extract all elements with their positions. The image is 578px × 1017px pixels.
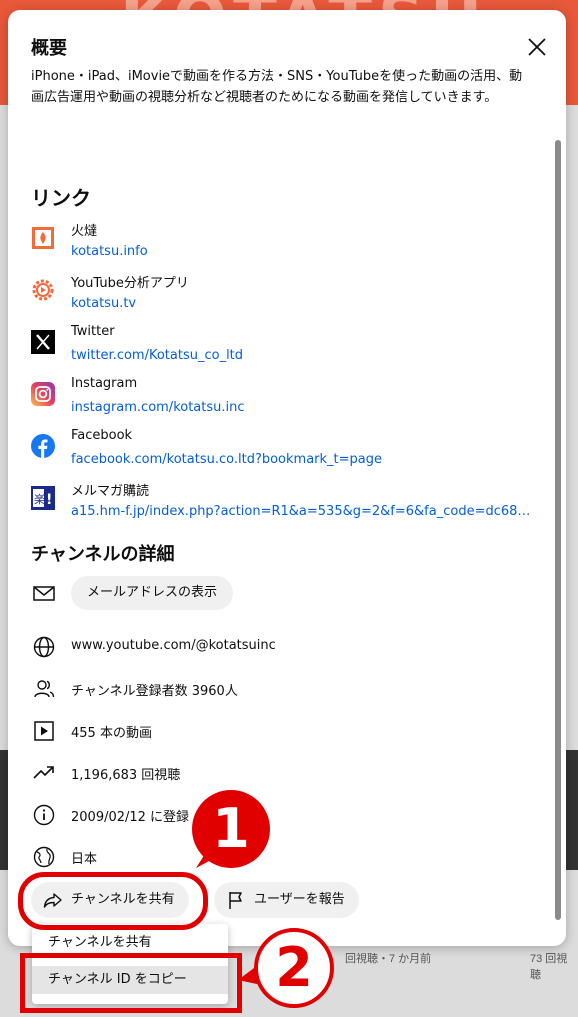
detail-country: 日本 xyxy=(31,840,541,874)
detail-subscribers: チャンネル登録者数 3960人 xyxy=(31,672,541,706)
close-button[interactable] xyxy=(524,34,550,60)
video-icon xyxy=(34,721,54,741)
x-twitter-icon xyxy=(31,330,55,354)
gear-icon xyxy=(32,279,54,301)
dialog-title: 概要 xyxy=(31,38,67,59)
instagram-icon xyxy=(31,382,55,406)
channel-url[interactable]: www.youtube.com/@kotatsuinc xyxy=(71,638,276,653)
view-count: 1,196,683 回視聴 xyxy=(71,768,181,783)
subscriber-count: チャンネル登録者数 3960人 xyxy=(71,684,238,699)
highlight-copy-id-item xyxy=(20,953,242,1013)
mail-icon xyxy=(33,586,55,601)
step-badge-2: 2 xyxy=(254,928,334,1008)
menu-item-label: チャンネルを共有 xyxy=(48,935,152,950)
background-video-meta: 73 回視聴 xyxy=(530,953,568,981)
link-name: Facebook xyxy=(71,428,133,443)
link-name: YouTube分析アプリ xyxy=(71,276,189,291)
detail-channel-url: www.youtube.com/@kotatsuinc xyxy=(31,630,541,664)
detail-joined: 2009/02/12 に登録 xyxy=(31,798,541,832)
report-user-button[interactable]: ユーザーを報告 xyxy=(214,882,359,918)
flag-icon xyxy=(229,892,242,909)
step-badge-1: 1 xyxy=(192,790,270,868)
link-url[interactable]: kotatsu.tv xyxy=(71,296,531,311)
highlight-share-button xyxy=(18,872,208,930)
about-dialog: 概要 iPhone・iPad、iMovieで動画を作る方法・SNS・YouTub… xyxy=(8,10,566,946)
channel-description: iPhone・iPad、iMovieで動画を作る方法・SNS・YouTubeを使… xyxy=(31,69,523,105)
link-name: Instagram xyxy=(71,376,138,391)
video-count: 455 本の動画 xyxy=(71,726,152,741)
link-item-instagram[interactable]: Instagram instagram.com/kotatsu.inc xyxy=(31,376,541,424)
detail-email: メールアドレスの表示 xyxy=(31,576,541,610)
link-name: 火燵 xyxy=(71,224,98,239)
detail-views: 1,196,683 回視聴 xyxy=(31,756,541,790)
close-icon xyxy=(528,38,546,56)
show-email-button[interactable]: メールアドレスの表示 xyxy=(71,576,234,610)
country: 日本 xyxy=(71,852,98,867)
dialog-scroll-area[interactable]: iPhone・iPad、iMovieで動画を作る方法・SNS・YouTubeを使… xyxy=(8,68,566,946)
people-icon xyxy=(34,680,55,698)
link-name: Twitter xyxy=(71,324,115,339)
svg-text:楽: 楽 xyxy=(34,493,45,506)
link-name: メルマガ購読 xyxy=(71,484,150,499)
kotatsu-icon xyxy=(32,227,54,249)
link-url[interactable]: twitter.com/Kotatsu_co_ltd xyxy=(71,348,531,363)
links-heading: リンク xyxy=(31,186,91,210)
link-url[interactable]: kotatsu.info xyxy=(71,244,531,259)
link-item-twitter[interactable]: Twitter twitter.com/Kotatsu_co_ltd xyxy=(31,324,541,372)
background-video-meta: 回視聴・7 か月前 xyxy=(345,953,432,965)
background-thumbnail xyxy=(565,750,578,870)
rakuten-icon: 楽 ! xyxy=(31,486,55,510)
link-url[interactable]: a15.hm-f.jp/index.php?action=R1&a=535&g=… xyxy=(71,504,531,519)
scrollbar[interactable] xyxy=(555,140,561,920)
facebook-icon xyxy=(31,434,55,458)
link-item-facebook[interactable]: Facebook facebook.com/kotatsu.co.ltd?boo… xyxy=(31,428,541,476)
report-user-label: ユーザーを報告 xyxy=(254,892,345,907)
link-item-kotatsu[interactable]: 火燵 kotatsu.info xyxy=(31,220,541,268)
globe-icon xyxy=(33,636,55,658)
svg-text:!: ! xyxy=(46,492,52,508)
details-heading: チャンネルの詳細 xyxy=(31,544,175,565)
link-url[interactable]: instagram.com/kotatsu.inc xyxy=(71,400,531,415)
globe-location-icon xyxy=(33,846,55,868)
info-icon xyxy=(33,804,55,826)
link-item-youtube-app[interactable]: YouTube分析アプリ kotatsu.tv xyxy=(31,272,541,320)
menu-item-share-channel[interactable]: チャンネルを共有 xyxy=(32,932,228,954)
link-url[interactable]: facebook.com/kotatsu.co.ltd?bookmark_t=p… xyxy=(71,452,531,467)
link-item-mailmag[interactable]: 楽 ! メルマガ購読 a15.hm-f.jp/index.php?action=… xyxy=(31,480,541,528)
join-date: 2009/02/12 に登録 xyxy=(71,810,190,825)
detail-videos: 455 本の動画 xyxy=(31,714,541,748)
trending-icon xyxy=(33,766,54,779)
